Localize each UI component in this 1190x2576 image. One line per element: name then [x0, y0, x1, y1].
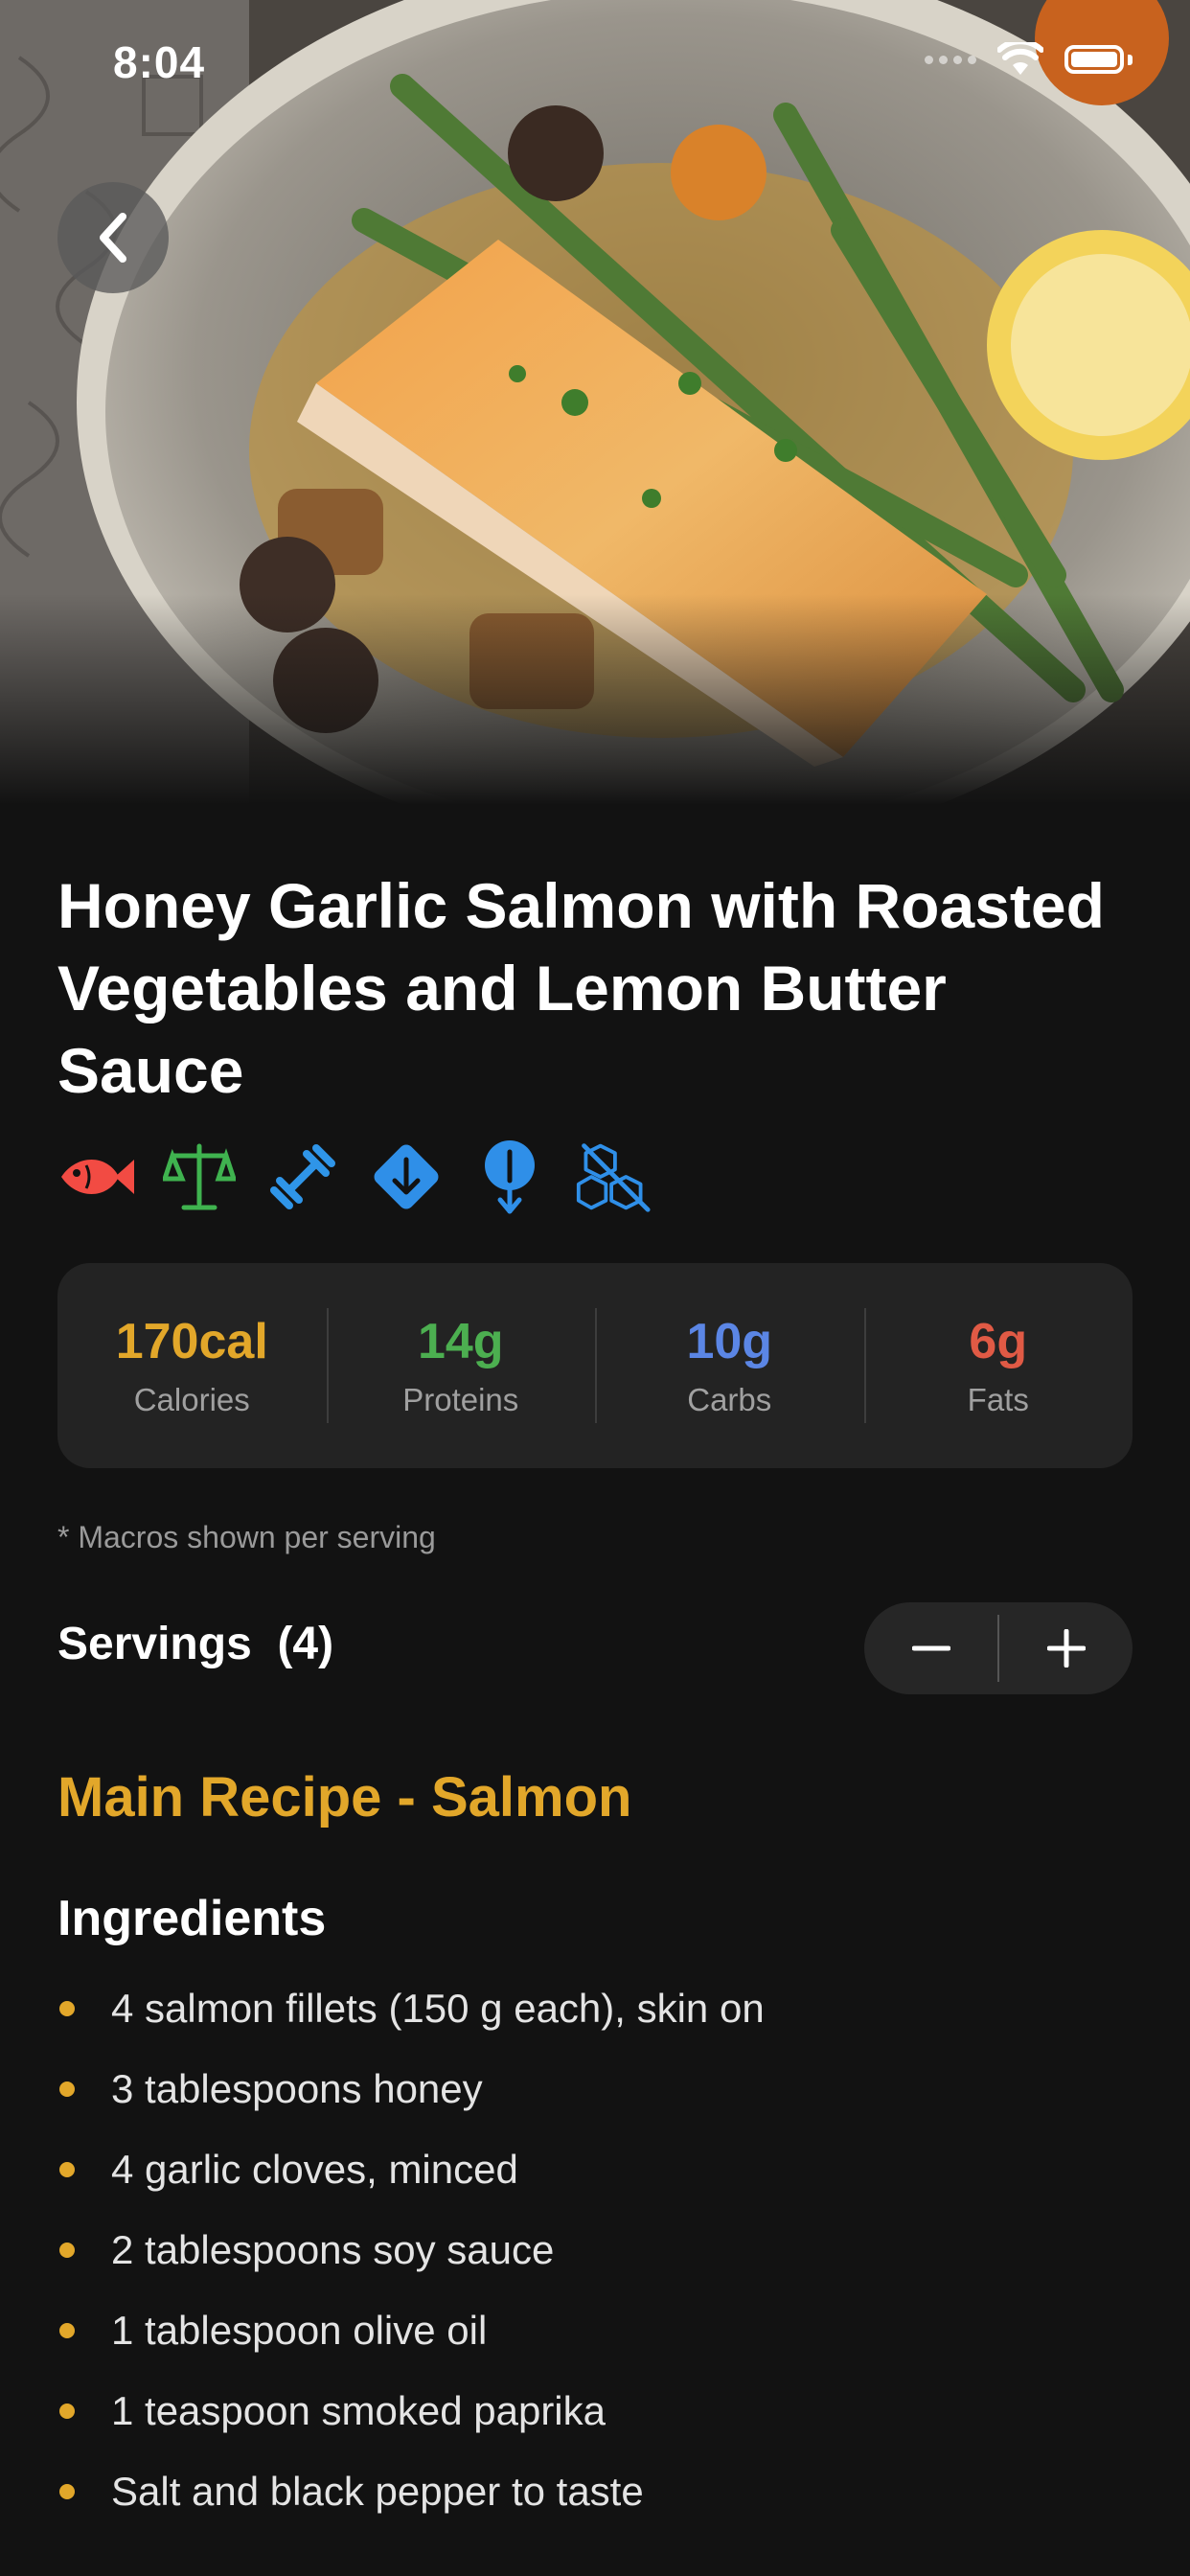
ingredient-text: 3 tablespoons honey — [111, 2066, 483, 2111]
list-item: 4 garlic cloves, minced — [57, 2129, 765, 2210]
macros-card: 170cal Calories 14g Proteins 10g Carbs 6… — [57, 1263, 1133, 1468]
ingredient-text: 4 garlic cloves, minced — [111, 2147, 518, 2192]
list-item: Salt and black pepper to taste — [57, 2451, 765, 2532]
ingredients-heading: Ingredients — [57, 1891, 327, 1946]
status-time: 8:04 — [113, 37, 206, 87]
recipe-title: Honey Garlic Salmon with Roasted Vegetab… — [57, 870, 1105, 1106]
bullet — [59, 2484, 75, 2499]
macro-label: Fats — [967, 1382, 1029, 1417]
macro-label: Proteins — [402, 1382, 519, 1417]
macro-value: 170cal — [115, 1314, 268, 1369]
status-bar: 8:04 — [0, 0, 1190, 134]
minus-icon — [911, 1645, 950, 1651]
macro-label: Carbs — [687, 1382, 772, 1417]
macro-label: Calories — [133, 1382, 250, 1417]
macro-fats: 6g Fats — [863, 1308, 1133, 1423]
chevron-left-icon — [100, 213, 126, 263]
diet-tags — [57, 1138, 652, 1215]
balance-scale-icon — [161, 1138, 238, 1215]
fish-icon — [57, 1138, 134, 1215]
ingredient-text: 1 tablespoon olive oil — [111, 2308, 488, 2353]
battery-icon — [1064, 45, 1124, 74]
bullet — [59, 2323, 75, 2338]
macro-calories: 170cal Calories — [57, 1308, 327, 1423]
macro-value: 14g — [417, 1314, 504, 1369]
dumbbell-icon — [264, 1138, 341, 1215]
servings-label: Servings (4) — [57, 1618, 333, 1670]
list-item: 3 tablespoons honey — [57, 2049, 765, 2129]
servings-stepper — [864, 1602, 1133, 1694]
servings-count: (4) — [277, 1619, 334, 1669]
ingredient-text: Salt and black pepper to taste — [111, 2469, 644, 2514]
bullet — [59, 2001, 75, 2016]
list-item: 1 tablespoon olive oil — [57, 2290, 765, 2371]
cubes-slash-icon — [575, 1138, 652, 1215]
plus-icon — [1046, 1629, 1086, 1668]
ingredients-list: 4 salmon fillets (150 g each), skin on 3… — [57, 1968, 765, 2532]
section-title: Main Recipe - Salmon — [57, 1766, 632, 1828]
bullet — [59, 2242, 75, 2258]
status-icons — [925, 42, 1133, 77]
bullet — [59, 2404, 75, 2419]
bullet — [59, 2082, 75, 2097]
arrow-down-pin-icon — [471, 1138, 548, 1215]
macro-note: * Macros shown per serving — [57, 1520, 436, 1554]
ingredient-text: 4 salmon fillets (150 g each), skin on — [111, 1986, 765, 2031]
macro-value: 6g — [969, 1314, 1028, 1369]
ingredient-text: 2 tablespoons soy sauce — [111, 2227, 555, 2272]
list-item: 4 salmon fillets (150 g each), skin on — [57, 1968, 765, 2049]
signal-icon — [925, 55, 976, 64]
arrow-down-diamond-icon — [368, 1138, 445, 1215]
decrease-servings-button[interactable] — [864, 1602, 997, 1694]
list-item: 2 tablespoons soy sauce — [57, 2210, 765, 2290]
bullet — [59, 2162, 75, 2177]
battery-cap — [1128, 54, 1133, 65]
increase-servings-button[interactable] — [999, 1602, 1133, 1694]
list-item: 1 teaspoon smoked paprika — [57, 2371, 765, 2451]
wifi-icon — [997, 42, 1043, 75]
ingredient-text: 1 teaspoon smoked paprika — [111, 2388, 606, 2433]
macro-proteins: 14g Proteins — [326, 1308, 596, 1423]
macro-value: 10g — [686, 1314, 773, 1369]
macro-carbs: 10g Carbs — [595, 1308, 864, 1423]
back-button[interactable] — [57, 182, 169, 293]
servings-text: Servings — [57, 1619, 252, 1669]
